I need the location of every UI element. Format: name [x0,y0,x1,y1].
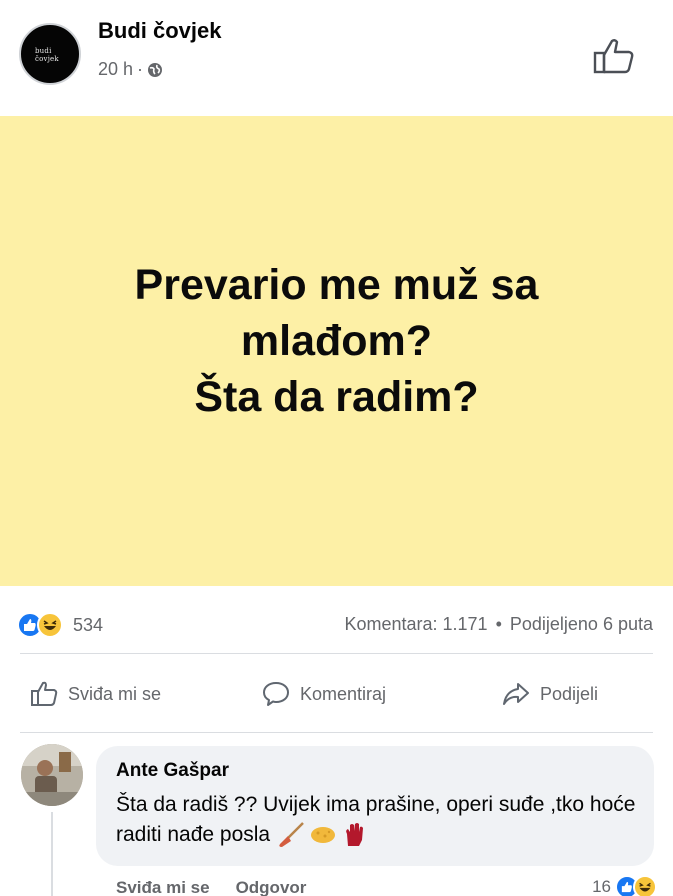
reaction-summary[interactable]: 534 [17,612,103,638]
stats-dot: • [495,614,502,634]
glove-emoji [345,823,363,847]
commenter-avatar[interactable] [21,744,83,806]
comment-author[interactable]: Ante Gašpar [116,760,229,782]
post-line: Šta da radim? [194,373,479,421]
divider [20,653,653,654]
comment-text-block: Šta da radiš ?? Uvijek ima prašine, oper… [116,790,646,850]
post-stats: 534 Komentara: 1.171 • Podijeljeno 6 put… [0,598,673,648]
share-button[interactable]: Podijeli [502,680,598,708]
reaction-count: 534 [73,614,104,635]
post-line: Prevario me muž sa [134,261,539,309]
share-button-label: Podijeli [540,683,599,704]
post-line: mlađom? [240,317,433,365]
haha-icon [633,875,657,896]
post-meta: 20 h · [98,59,163,80]
page-name-link[interactable]: Budi čovjek [98,18,221,44]
comment-actions: Sviđa mi se Odgovor [116,878,306,896]
speech-bubble-icon [263,682,289,706]
like-button-label: Sviđa mi se [68,683,162,704]
thread-line [51,812,53,896]
comment-text: Šta da radiš ?? Uvijek ima prašine, oper… [116,793,636,846]
post-time[interactable]: 20 h [98,59,133,80]
meta-separator: · [137,59,144,79]
divider [20,732,653,733]
post-header: budi čovjek Budi čovjek 20 h · [0,0,673,115]
comment-reply-button[interactable]: Odgovor [236,878,307,896]
sponge-emoji [310,827,335,844]
comments-count[interactable]: Komentara: 1.171 [344,614,487,635]
comment-bubble: Ante Gašpar Šta da radiš ?? Uvijek ima p… [96,746,654,866]
comment-button[interactable]: Komentiraj [262,680,386,708]
action-bar: Sviđa mi se Komentiraj Podijeli [0,670,673,720]
share-arrow-icon [503,683,529,705]
thumbs-up-icon [31,681,58,706]
commenter-photo [21,744,83,806]
page-avatar[interactable]: budi čovjek [19,23,81,85]
comment-button-label: Komentiraj [300,683,387,704]
broom-emoji [279,822,304,848]
comment-like-button[interactable]: Sviđa mi se [116,878,210,896]
like-button[interactable]: Sviđa mi se [30,680,161,708]
post-text: Prevario me muž sa mlađom? Šta da radim? [20,257,653,425]
haha-icon [37,612,63,638]
shares-count[interactable]: Podijeljeno 6 puta [510,614,653,635]
avatar-logo: budi čovjek [35,47,59,63]
stats-right: Komentara: 1.171 • Podijeljeno 6 puta [344,614,653,635]
globe-icon [148,62,163,77]
comment-reaction-count: 16 [592,877,611,896]
thumbs-up-outline-icon[interactable] [593,37,635,75]
comment-reactions[interactable]: 16 [592,875,657,896]
